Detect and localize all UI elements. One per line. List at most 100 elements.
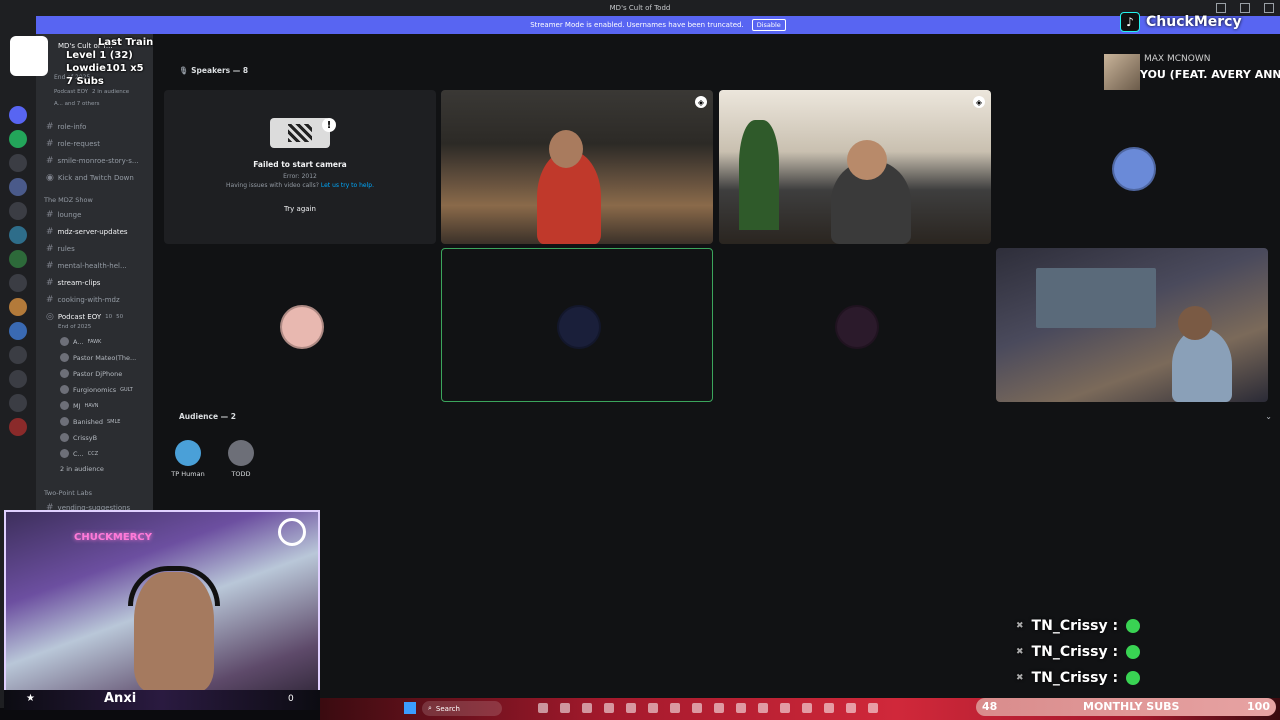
channel-mdz-server-updates[interactable]: # mdz-server-updates	[46, 227, 128, 237]
channel-smile-monroe[interactable]: # smile-monroe-story-s...	[46, 156, 139, 166]
vc-user[interactable]: Pastor DjPhone	[60, 369, 122, 378]
channel-lounge[interactable]: # lounge	[46, 210, 81, 220]
taskbar-app-icon[interactable]	[670, 703, 680, 713]
vc-user[interactable]: C... CCZ	[60, 449, 98, 458]
vc-user[interactable]: CrissyB	[60, 433, 97, 442]
tiktok-handle: ♪ ChuckMercy	[1120, 8, 1280, 36]
vc-user[interactable]: Banished SMLE	[60, 417, 120, 426]
audience-name: TP Human	[171, 470, 205, 478]
server-icon[interactable]	[9, 370, 27, 388]
microphone-icon: 🎙	[179, 66, 189, 75]
video-tile[interactable]	[996, 248, 1268, 402]
channel-role-info[interactable]: # role-info	[46, 122, 86, 132]
server-icon[interactable]	[9, 250, 27, 268]
chat-user: TN_Crissy :	[1031, 644, 1119, 660]
stage-channel-podcast[interactable]: ◎ Podcast EOY 10 50	[46, 312, 123, 322]
moderator-badge-icon: ◈	[695, 96, 707, 108]
category-mdz-show[interactable]: The MDZ Show	[44, 196, 93, 204]
video-tile[interactable]: ◈	[719, 90, 991, 244]
vc-user[interactable]: Furgionomics GULT	[60, 385, 133, 394]
taskbar-app-icon[interactable]	[868, 703, 878, 713]
channel-stream-clips[interactable]: # stream-clips	[46, 278, 100, 288]
channel-vending-suggestions[interactable]: # vending-suggestions	[46, 503, 130, 510]
stage-channel-label: Podcast EOY	[57, 313, 102, 321]
taskbar-app-icon[interactable]	[538, 703, 548, 713]
moderator-badge-icon: ◈	[973, 96, 985, 108]
server-icon[interactable]	[9, 322, 27, 340]
server-icon[interactable]	[9, 394, 27, 412]
stage-info: Podcast EOY	[54, 89, 89, 95]
channel-rules[interactable]: # rules	[46, 244, 75, 254]
audience-member[interactable]: TP Human	[168, 440, 208, 478]
server-icon[interactable]	[9, 106, 27, 124]
vc-user[interactable]: Pastor Mateo(The...	[60, 353, 136, 362]
taskbar-app-icon[interactable]	[846, 703, 856, 713]
taskbar-app-icon[interactable]	[758, 703, 768, 713]
channel-label: lounge	[57, 211, 82, 219]
vc-user-tag: SMLE	[107, 418, 121, 425]
channel-label: role-info	[57, 123, 87, 131]
participant-head	[847, 140, 887, 180]
taskbar-app-icon[interactable]	[582, 703, 592, 713]
search-placeholder: Search	[435, 704, 460, 713]
taskbar-app-icon[interactable]	[692, 703, 702, 713]
taskbar-app-icon[interactable]	[802, 703, 812, 713]
webcam-overlay: CHUCKMERCY	[4, 510, 320, 708]
camera-error-tile: ! Failed to start camera Error: 2012 Hav…	[164, 90, 436, 244]
server-icon[interactable]	[9, 154, 27, 172]
avatar	[60, 369, 69, 378]
taskbar-app-icon[interactable]	[714, 703, 724, 713]
taskbar-app-icon[interactable]	[824, 703, 834, 713]
avatar-tile-speaking[interactable]	[441, 248, 713, 402]
audience-member[interactable]: TODD	[221, 440, 261, 478]
avatar	[60, 417, 69, 426]
taskbar-app-icon[interactable]	[648, 703, 658, 713]
server-icon[interactable]	[9, 226, 27, 244]
camera-icon	[270, 118, 330, 148]
stage-icon: ◎	[46, 312, 54, 322]
hash-icon: #	[46, 122, 54, 132]
server-icon[interactable]	[9, 418, 27, 436]
category-two-point-labs[interactable]: Two-Point Labs	[44, 489, 92, 497]
avatar-tile[interactable]	[719, 248, 991, 402]
server-icon[interactable]	[9, 346, 27, 364]
channel-role-request[interactable]: # role-request	[46, 139, 100, 149]
server-icon[interactable]	[9, 130, 27, 148]
channel-mental-health[interactable]: # mental-health-hel...	[46, 261, 127, 271]
windows-start-icon[interactable]	[404, 702, 416, 714]
channel-kick-twitch[interactable]: ◉ Kick and Twitch Down	[46, 173, 134, 183]
server-icon[interactable]	[9, 202, 27, 220]
neon-sign: CHUCKMERCY	[74, 532, 152, 543]
window-titlebar: MD's Cult of Todd	[0, 0, 1280, 16]
camera-error-title: Failed to start camera	[253, 160, 347, 169]
camera-help-link[interactable]: Let us try to help.	[321, 182, 374, 189]
participant-avatar	[1112, 147, 1156, 191]
taskbar-app-icon[interactable]	[626, 703, 636, 713]
taskbar-app-icon[interactable]	[780, 703, 790, 713]
channel-cooking[interactable]: # cooking-with-mdz	[46, 295, 120, 305]
participant-avatar	[280, 305, 324, 349]
server-icon[interactable]	[9, 274, 27, 292]
vc-user[interactable]: A... FAWK	[60, 337, 101, 346]
avatar-tile[interactable]	[996, 90, 1268, 244]
hash-icon: #	[46, 227, 54, 237]
chevron-down-icon[interactable]: ⌄	[1265, 412, 1272, 421]
disable-streamer-mode-button[interactable]: Disable	[751, 19, 786, 31]
taskbar-app-icon[interactable]	[560, 703, 570, 713]
vc-user[interactable]: MJ HAVN	[60, 401, 99, 410]
avatar-tile[interactable]	[164, 248, 436, 402]
hash-icon: #	[46, 210, 54, 220]
server-icon[interactable]	[9, 178, 27, 196]
in-audience-note[interactable]: 2 in audience	[60, 465, 104, 473]
try-again-button[interactable]: Try again	[164, 205, 436, 213]
stage-subtitle: End of 2025	[58, 324, 92, 330]
taskbar-app-icon[interactable]	[736, 703, 746, 713]
server-icon[interactable]	[9, 298, 27, 316]
badge-icon: ✖	[1016, 621, 1024, 631]
taskbar-search[interactable]: ⌕ Search	[422, 701, 502, 716]
now-playing-artist: MAX MCNOWN	[1144, 54, 1211, 64]
video-tile[interactable]: ◈	[441, 90, 713, 244]
taskbar-app-icon[interactable]	[604, 703, 614, 713]
webcam-namebar: ★ Anxi 0	[4, 690, 320, 710]
badge-icon: ✖	[1016, 673, 1024, 683]
